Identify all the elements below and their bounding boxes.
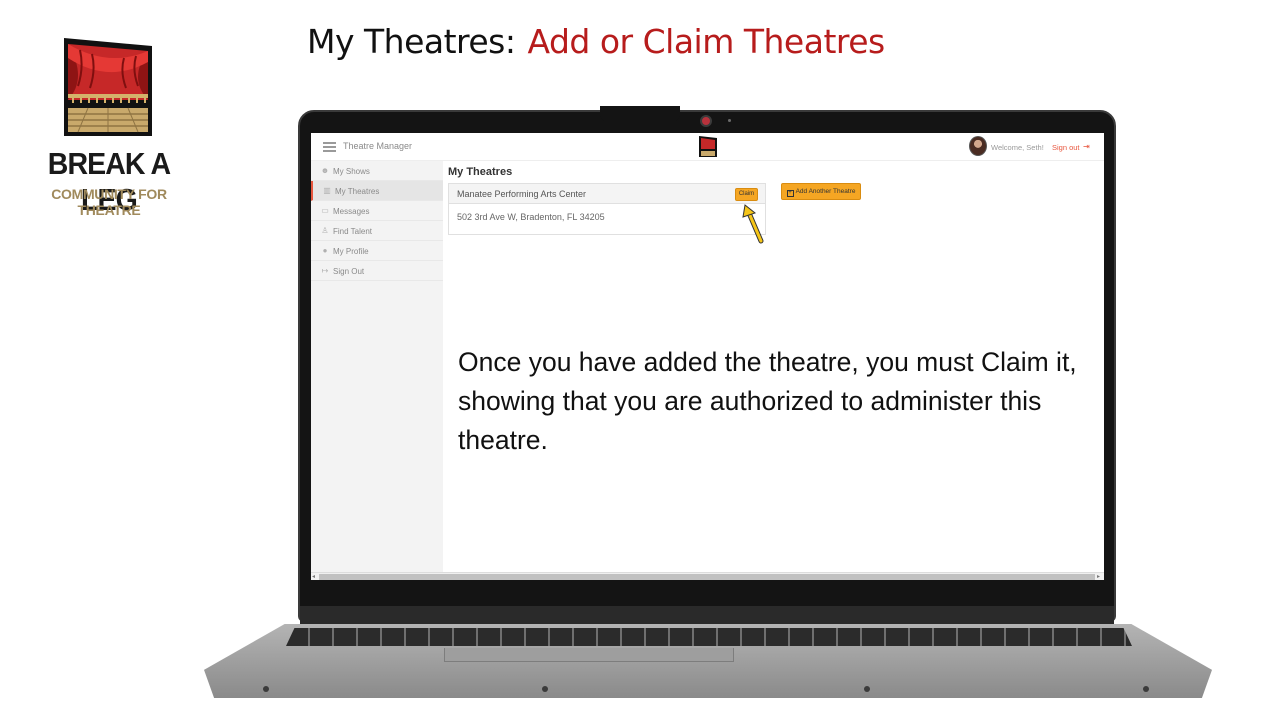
sidebar-item-label: My Theatres [335,187,380,196]
sidebar: ☻ My Shows ▥ My Theatres ▭ Messages ♙ Fi… [311,161,443,580]
laptop-foot [1143,686,1149,692]
laptop-touchpad [444,648,734,662]
person-icon: ♙ [321,226,329,235]
instruction-text: Once you have added the theatre, you mus… [458,347,1077,455]
pointer-arrow-icon [742,204,764,244]
theatre-masks-icon: ☻ [320,166,330,175]
slide-title-accent: Add or Claim Theatres [527,22,885,61]
user-avatar[interactable] [969,136,987,156]
laptop-screen: Theatre Manager Welcome, Seth! Sign out … [311,133,1104,580]
theatre-building-icon: ▥ [323,186,331,195]
scroll-left-icon[interactable]: ◂ [312,573,315,580]
laptop-foot [542,686,548,692]
sign-out-icon: ↦ [321,266,329,275]
sidebar-item-label: My Shows [333,167,370,176]
logo-tagline: COMMUNITY FOR THEATRE [51,186,167,218]
user-circle-icon: ● [322,246,328,255]
theatre-card: Manatee Performing Arts Center Claim 502… [448,183,766,235]
stage-curtain-icon [64,38,152,136]
slide-title: My Theatres: Add or Claim Theatres [307,22,885,61]
app-topbar: Theatre Manager Welcome, Seth! Sign out … [311,133,1104,161]
claim-button[interactable]: Claim [735,188,758,201]
sidebar-item-messages[interactable]: ▭ Messages [311,201,443,221]
webcam-icon [700,115,712,127]
sidebar-item-label: Find Talent [333,227,372,236]
webcam-notch [600,106,680,122]
webcam-sensor [728,119,731,122]
app-name: Theatre Manager [343,141,413,151]
sidebar-item-label: My Profile [333,247,369,256]
slide-title-main: My Theatres: [307,22,516,61]
sidebar-item-my-theatres[interactable]: ▥ My Theatres [311,181,443,201]
scrollbar-thumb[interactable] [319,574,1095,580]
break-a-leg-logo: BREAK A LEG COMMUNITY FOR THEATRE [24,38,194,218]
page-title: My Theatres [448,166,513,178]
chat-icon: ▭ [321,206,329,215]
add-another-theatre-label: Add Another Theatre [795,188,856,195]
welcome-text: Welcome, Seth! [991,143,1044,152]
laptop-chin [300,606,1114,626]
sidebar-item-my-shows[interactable]: ☻ My Shows [311,161,443,181]
sidebar-item-find-talent[interactable]: ♙ Find Talent [311,221,443,241]
theatre-card-header: Manatee Performing Arts Center Claim [449,184,765,204]
sidebar-item-sign-out[interactable]: ↦ Sign Out [311,261,443,281]
scroll-right-icon[interactable]: ▸ [1097,573,1100,580]
theatre-name: Manatee Performing Arts Center [457,189,587,199]
plus-square-icon: + [786,190,794,197]
sidebar-item-label: Messages [333,207,370,216]
horizontal-scrollbar[interactable]: ◂ ▸ [311,572,1104,580]
hamburger-menu-icon[interactable] [323,142,336,152]
sign-out-icon[interactable]: ⇥ [1083,142,1090,151]
laptop-foot [864,686,870,692]
sign-out-link[interactable]: Sign out [1052,143,1080,152]
app-logo-icon[interactable] [698,136,718,158]
add-another-theatre-button[interactable]: + Add Another Theatre [781,183,861,200]
sidebar-item-label: Sign Out [333,267,365,276]
sidebar-item-my-profile[interactable]: ● My Profile [311,241,443,261]
laptop-keyboard [286,628,1132,646]
laptop-foot [263,686,269,692]
theatre-address: 502 3rd Ave W, Bradenton, FL 34205 [457,212,605,222]
